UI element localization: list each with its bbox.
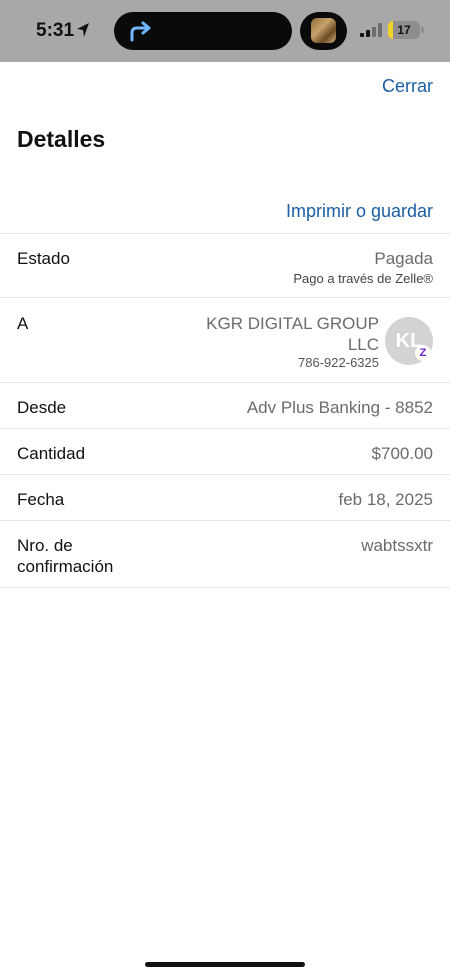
- from-label: Desde: [17, 398, 67, 417]
- date-row: Fecha feb 18, 2025: [0, 474, 450, 520]
- status-sub: Pago a través de Zelle®: [293, 271, 433, 286]
- battery-percent: 17: [397, 23, 411, 37]
- location-arrow-icon: [77, 23, 89, 37]
- live-activity-pill[interactable]: [300, 12, 347, 50]
- amount-value: $700.00: [371, 444, 433, 463]
- zelle-badge-letter: Z: [419, 347, 427, 359]
- amount-label: Cantidad: [17, 444, 86, 463]
- status-value: Pagada: [374, 249, 433, 268]
- status-bar: 5:31 17: [0, 0, 450, 62]
- print-or-save-button[interactable]: Imprimir o guardar: [286, 201, 433, 222]
- recipient-label: A: [17, 314, 29, 333]
- confirmation-value: wabtssxtr: [361, 536, 433, 555]
- activity-thumbnail: [311, 18, 336, 43]
- recipient-name: KGR DIGITAL GROUP LLC: [206, 314, 379, 354]
- confirmation-row: Nro. de confirmación wabtssxtr: [0, 520, 450, 587]
- date-label: Fecha: [17, 490, 65, 509]
- list-bottom-divider: [0, 587, 450, 588]
- battery-tip: [421, 27, 424, 33]
- from-value: Adv Plus Banking - 8852: [246, 398, 433, 417]
- status-time: 5:31: [36, 20, 75, 41]
- cellular-signal-icon: [360, 23, 382, 37]
- home-indicator[interactable]: [145, 962, 305, 967]
- from-row: Desde Adv Plus Banking - 8852: [0, 382, 450, 428]
- recipient-row[interactable]: A KGR DIGITAL GROUP LLC 786-922-6325 KL …: [0, 297, 450, 382]
- amount-row: Cantidad $700.00: [0, 428, 450, 474]
- close-button[interactable]: Cerrar: [382, 76, 433, 97]
- status-label: Estado: [17, 249, 70, 268]
- battery-icon: 17: [388, 21, 420, 39]
- confirmation-label: Nro. de confirmación: [17, 536, 114, 576]
- page-title: Detalles: [17, 126, 106, 152]
- forward-arrow-icon: [130, 21, 151, 42]
- zelle-badge-icon: Z: [415, 345, 431, 361]
- status-row: Estado Pagada Pago a través de Zelle®: [0, 233, 450, 297]
- date-value: feb 18, 2025: [338, 490, 433, 509]
- dynamic-island[interactable]: [114, 12, 292, 50]
- recipient-phone: 786-922-6325: [298, 355, 379, 370]
